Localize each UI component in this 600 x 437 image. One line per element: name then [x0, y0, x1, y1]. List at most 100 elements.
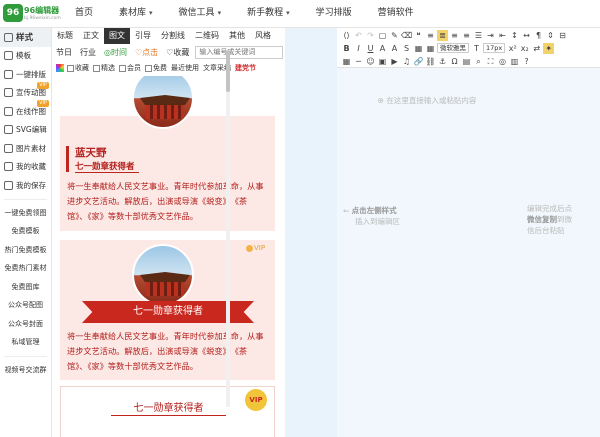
sidebar-link-5[interactable]: 公众号配图	[0, 296, 51, 315]
tab-category-7[interactable]: 风格	[250, 28, 276, 44]
align-left-icon[interactable]: ≣	[437, 29, 448, 41]
justify-icon[interactable]: ☰	[473, 30, 484, 41]
template-save-icon[interactable]: ▥	[509, 56, 520, 67]
tab-category-3[interactable]: 引导	[130, 28, 156, 44]
quote-icon[interactable]: ❝	[413, 30, 424, 41]
fullscreen-icon[interactable]: ⛶	[485, 56, 496, 67]
unlink-icon[interactable]: ⛓	[425, 56, 436, 67]
video-icon[interactable]: ▶	[389, 56, 400, 67]
bold-icon[interactable]: B	[341, 43, 352, 54]
panel-scrollbar[interactable]	[226, 50, 230, 407]
style-search-input[interactable]	[195, 45, 284, 59]
source-code-icon[interactable]: ⟨⟩	[341, 30, 352, 41]
editor-area[interactable]: ⟨⟩ ↶ ↷ ▢ ✎ ⌫ ❝ ≡ ≣ ≡ ≡ ☰ ⇥ ⇤ ↕ ↔ ¶ ⇕ ⊟ B…	[337, 28, 600, 437]
sort-by-clicks[interactable]: ♡点击	[131, 47, 162, 58]
format-painter-icon[interactable]: ✎	[389, 30, 400, 41]
sidebar-link-2[interactable]: 热门免费模板	[0, 241, 51, 260]
sidebar-item-6[interactable]: 图片素材	[0, 139, 51, 158]
filter-recent[interactable]: 最近使用	[171, 63, 199, 73]
ai-layout-icon[interactable]: ✦	[543, 42, 555, 54]
preview-icon[interactable]: ◎	[497, 56, 508, 67]
filter-party[interactable]: 建党节	[235, 63, 256, 73]
undo-icon[interactable]: ↶	[353, 30, 364, 41]
sidebar-link-1[interactable]: 免费模板	[0, 222, 51, 241]
color-picker-icon[interactable]	[56, 64, 64, 72]
clear-format-icon[interactable]: ⌫	[401, 30, 412, 41]
sidebar-item-8[interactable]: 我的保存	[0, 176, 51, 195]
tab-category-2[interactable]: 图文	[104, 28, 130, 44]
tab-category-1[interactable]: 正文	[78, 28, 104, 44]
font-size-select[interactable]: 17px	[483, 43, 506, 53]
sidebar-item-2[interactable]: 一键排版	[0, 65, 51, 84]
line-height-icon[interactable]: ↕	[509, 30, 520, 41]
underline-icon[interactable]: U	[365, 43, 376, 54]
filter-favorite[interactable]: 收藏	[67, 63, 89, 73]
nav-item-1[interactable]: 素材库 ▾	[106, 0, 166, 28]
style-card[interactable]: 蓝天野 七一勋章获得者 将一生奉献给人民文艺事业。青年时代参加革命，从事进步文艺…	[60, 116, 275, 231]
link-icon[interactable]: 🔗	[413, 56, 424, 67]
list-icon[interactable]: ≡	[425, 30, 436, 41]
sort-by-favorites[interactable]: ♡收藏	[162, 47, 193, 58]
sidebar-link-7[interactable]: 私域管理	[0, 333, 51, 352]
table-icon[interactable]: ▦	[425, 43, 436, 54]
sidebar-link-6[interactable]: 公众号封面	[0, 315, 51, 334]
paste-icon[interactable]: ▢	[377, 30, 388, 41]
sidebar-link-4[interactable]: 免费图库	[0, 278, 51, 297]
special-char-icon[interactable]: Ω	[449, 56, 460, 67]
tab-category-6[interactable]: 其他	[224, 28, 250, 44]
sidebar-item-0[interactable]: 样式	[0, 28, 51, 47]
help-icon[interactable]: ?	[521, 56, 532, 67]
indent-icon[interactable]: ⇥	[485, 30, 496, 41]
paragraph-icon[interactable]: ¶	[533, 30, 544, 41]
strikethrough-icon[interactable]: S	[401, 43, 412, 54]
search-replace-icon[interactable]: ⌕	[473, 56, 484, 67]
align-center-icon[interactable]: ≡	[449, 30, 460, 41]
font-family-select[interactable]: 微软雅黑	[437, 43, 469, 53]
letter-spacing-icon[interactable]: ↔	[521, 30, 532, 41]
sidebar-item-4[interactable]: 在线作图 VIP	[0, 100, 51, 121]
superscript-icon[interactable]: x²	[507, 43, 518, 54]
background-color-icon[interactable]: A	[389, 43, 400, 54]
sidebar-item-1[interactable]: 模板	[0, 47, 51, 66]
sidebar-footer-link[interactable]: 视频号交流群	[0, 361, 51, 380]
nav-item-0[interactable]: 首页	[62, 0, 106, 28]
nav-item-2[interactable]: 微信工具 ▾	[166, 0, 235, 28]
align-right-icon[interactable]: ≡	[461, 30, 472, 41]
sidebar-item-5[interactable]: SVG编辑	[0, 121, 51, 140]
style-card[interactable]: VIP 七一勋章获得者	[60, 386, 275, 437]
nav-item-3[interactable]: 新手教程 ▾	[234, 0, 303, 28]
tab-industry[interactable]: 行业	[76, 47, 100, 58]
date-icon[interactable]: ▤	[461, 56, 472, 67]
sort-by-time[interactable]: ◎时间	[100, 47, 131, 58]
outdent-icon[interactable]: ⇤	[497, 30, 508, 41]
margin-icon[interactable]: ⊟	[557, 30, 568, 41]
horizontal-rule-icon[interactable]: ─	[353, 56, 364, 67]
scrollbar-thumb[interactable]	[226, 50, 230, 92]
music-icon[interactable]: ♫	[401, 56, 412, 67]
border-icon[interactable]: ▦	[413, 43, 424, 54]
italic-icon[interactable]: I	[353, 43, 364, 54]
tab-festival[interactable]: 节日	[52, 47, 76, 58]
font-size-down-icon[interactable]: T	[471, 43, 482, 54]
site-logo[interactable]: 96 96编辑器 bj.96weixin.com	[3, 3, 61, 25]
sidebar-link-3[interactable]: 免费热门素材	[0, 259, 51, 278]
sidebar-link-0[interactable]: 一键免费领图	[0, 204, 51, 223]
filter-featured[interactable]: 精选	[93, 63, 115, 73]
style-card[interactable]: VIP 七一勋章获得者 将一生奉献给人民文艺事业。青年时代参加革命，从事进步文艺…	[60, 240, 275, 380]
redo-icon[interactable]: ↷	[365, 30, 376, 41]
nav-item-4[interactable]: 学习排版	[303, 0, 365, 28]
image-insert-icon[interactable]: ▣	[377, 56, 388, 67]
font-color-icon[interactable]: A	[377, 43, 388, 54]
checkbox[interactable]	[67, 64, 74, 72]
grid-icon[interactable]: ▦	[341, 56, 352, 67]
tab-category-5[interactable]: 二维码	[190, 28, 224, 44]
nav-item-5[interactable]: 营销软件	[365, 0, 427, 28]
checkbox[interactable]	[145, 64, 152, 72]
emoji-icon[interactable]: ☺	[365, 56, 376, 67]
tab-category-0[interactable]: 标题	[52, 28, 78, 44]
spacing-icon[interactable]: ⇕	[545, 30, 556, 41]
tab-category-4[interactable]: 分割线	[156, 28, 190, 44]
filter-free[interactable]: 免费	[145, 63, 167, 73]
anchor-icon[interactable]: ⚓	[437, 56, 448, 67]
text-direction-icon[interactable]: ⇄	[531, 43, 542, 54]
